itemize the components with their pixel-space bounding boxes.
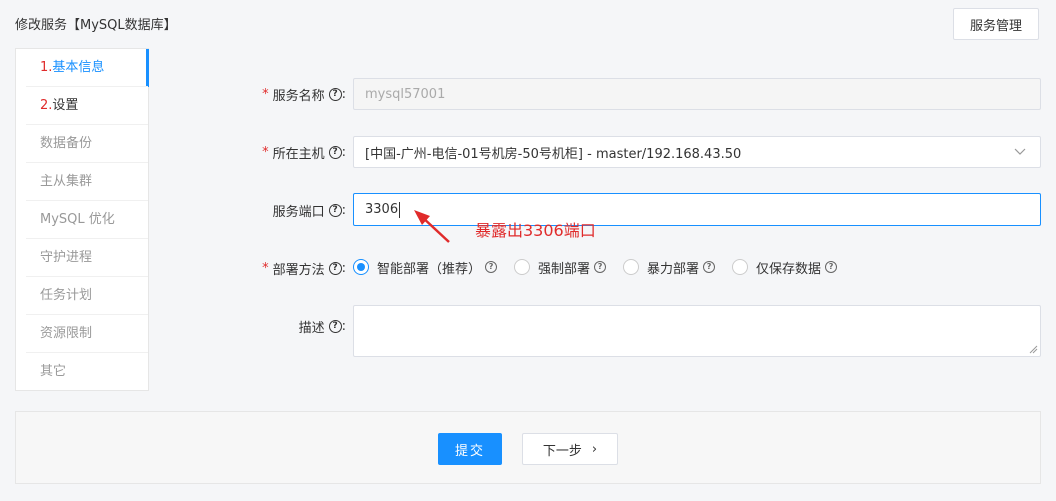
annotation-text: 暴露出3306端口: [475, 221, 596, 240]
required-mark: *: [262, 86, 269, 102]
port-label-text: 服务端口: [272, 204, 325, 220]
help-icon[interactable]: ?: [328, 145, 342, 159]
help-icon[interactable]: ?: [328, 319, 342, 333]
radio-unchecked-icon: [623, 259, 640, 275]
sidebar-item-label: 其它: [40, 364, 67, 379]
chevron-right-icon: ›: [591, 441, 598, 457]
help-icon[interactable]: ?: [328, 87, 342, 101]
help-icon[interactable]: ?: [328, 203, 342, 217]
sidebar-item-label: 基本信息: [52, 60, 105, 75]
service-name-label-text: 服务名称: [272, 88, 325, 104]
port-input-value: 3306: [365, 202, 399, 217]
required-mark: *: [262, 144, 269, 160]
description-label-text: 描述: [298, 320, 325, 336]
description-label: 描述 ?:: [0, 316, 346, 336]
radio-label: 强制部署: [538, 261, 591, 277]
host-select-value: [中国-广州-电信-01号机房-50号机柜] - master/192.168.…: [365, 146, 742, 162]
label-colon: :: [341, 202, 346, 218]
chevron-down-icon: [1014, 148, 1026, 155]
port-label: 服务端口 ?:: [0, 200, 346, 220]
sidebar-item-cluster[interactable]: 主从集群: [16, 163, 148, 201]
radio-unchecked-icon: [732, 259, 749, 275]
page-title: 修改服务【MySQL数据库】: [15, 18, 177, 33]
help-icon[interactable]: ?: [328, 261, 342, 275]
radio-checked-icon: [353, 259, 369, 275]
radio-save-only[interactable]: 仅保存数据 ?: [732, 258, 838, 277]
host-label-text: 所在主机: [272, 146, 325, 162]
sidebar-item-label: 主从集群: [40, 174, 93, 189]
next-step-label: 下一步: [542, 443, 582, 459]
service-name-input[interactable]: mysql57001: [353, 78, 1041, 110]
required-mark: *: [262, 260, 269, 276]
radio-force-deploy[interactable]: 强制部署 ?: [514, 258, 607, 277]
annotation-arrow: [414, 210, 450, 243]
radio-label: 暴力部署: [647, 261, 700, 277]
submit-button[interactable]: 提交: [438, 433, 502, 465]
host-select[interactable]: [中国-广州-电信-01号机房-50号机柜] - master/192.168.…: [353, 136, 1041, 168]
label-colon: :: [341, 144, 346, 160]
help-icon[interactable]: ?: [703, 261, 716, 273]
sidebar-item-cron[interactable]: 任务计划: [16, 277, 148, 315]
description-textarea[interactable]: [353, 305, 1041, 357]
help-icon[interactable]: ?: [485, 261, 498, 273]
service-manage-button[interactable]: 服务管理: [953, 8, 1039, 40]
step-number: 1.: [40, 60, 53, 75]
label-colon: :: [341, 318, 346, 334]
help-icon[interactable]: ?: [594, 261, 607, 273]
host-label: * 所在主机 ?:: [0, 142, 346, 162]
label-colon: :: [341, 86, 346, 102]
text-cursor: [399, 201, 401, 218]
deploy-label: * 部署方法 ?:: [0, 258, 346, 278]
resize-handle-icon[interactable]: [1029, 345, 1038, 354]
service-name-label: * 服务名称 ?:: [0, 84, 346, 104]
radio-label: 智能部署（推荐）: [377, 261, 482, 277]
sidebar-item-basic-info[interactable]: 1.基本信息: [16, 49, 149, 87]
sidebar-item-label: 任务计划: [40, 288, 93, 303]
deploy-label-text: 部署方法: [272, 262, 325, 278]
help-icon[interactable]: ?: [825, 261, 838, 273]
next-step-button[interactable]: 下一步 ›: [522, 433, 618, 465]
radio-label: 仅保存数据: [756, 261, 822, 277]
radio-brute-deploy[interactable]: 暴力部署 ?: [623, 258, 716, 277]
radio-smart-deploy[interactable]: 智能部署（推荐） ?: [353, 258, 498, 277]
radio-unchecked-icon: [514, 259, 531, 275]
label-colon: :: [341, 260, 346, 276]
sidebar-item-other[interactable]: 其它: [16, 353, 148, 391]
